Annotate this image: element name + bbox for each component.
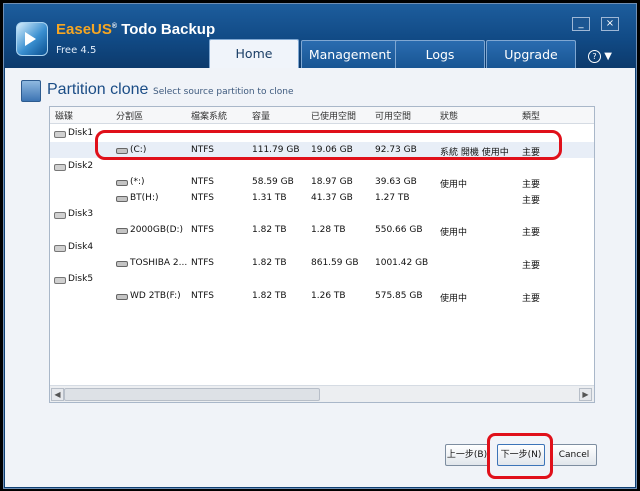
- used-cell: 41.37 GB: [311, 193, 353, 203]
- disk-icon: [54, 277, 66, 284]
- highlight-selected-partition: [95, 130, 562, 160]
- disk-name: Disk5: [68, 274, 94, 284]
- horizontal-scrollbar[interactable]: ◀ ▶: [50, 385, 594, 402]
- filesystem-cell: NTFS: [191, 193, 214, 203]
- col-used[interactable]: 已使用空間: [311, 109, 356, 122]
- disk-row[interactable]: Disk2: [50, 158, 594, 174]
- close-button[interactable]: ×: [601, 17, 619, 31]
- capacity-cell: 58.59 GB: [252, 177, 294, 187]
- partition-name: TOSHIBA 2...: [130, 258, 188, 268]
- disk-row[interactable]: Disk5: [50, 271, 594, 287]
- capacity-cell: 1.31 TB: [252, 193, 287, 203]
- minimize-button[interactable]: _: [572, 17, 590, 31]
- page-title: Partition clone: [47, 81, 149, 98]
- disk-icon: [54, 245, 66, 252]
- tab-home[interactable]: Home: [209, 39, 299, 69]
- scroll-left-icon[interactable]: ◀: [51, 388, 64, 401]
- partition-icon: [116, 180, 128, 186]
- type-cell: 主要: [522, 228, 541, 238]
- type-cell: 主要: [522, 294, 541, 304]
- status-cell: 使用中: [440, 180, 468, 190]
- partition-name: BT(H:): [130, 193, 159, 203]
- free-cell: 575.85 GB: [375, 291, 423, 301]
- col-partition[interactable]: 分割區: [116, 109, 143, 122]
- partition-row[interactable]: (*:) NTFS 58.59 GB 18.97 GB 39.63 GB 使用中 主要: [50, 174, 594, 190]
- used-cell: 1.28 TB: [311, 225, 346, 235]
- scroll-right-icon[interactable]: ▶: [579, 388, 592, 401]
- partition-icon: [116, 228, 128, 234]
- type-cell: 主要: [522, 180, 541, 190]
- partition-icon: [116, 294, 128, 300]
- col-disk[interactable]: 磁碟: [55, 109, 73, 122]
- brand-rest: Todo Backup: [121, 21, 216, 38]
- tab-logs[interactable]: Logs: [395, 40, 485, 68]
- free-cell: 550.66 GB: [375, 225, 423, 235]
- capacity-cell: 1.82 TB: [252, 258, 287, 268]
- title-bar: EaseUS® Todo Backup Free 4.5 _ × Home Ma…: [4, 4, 636, 69]
- col-capacity[interactable]: 容量: [252, 109, 270, 122]
- page-subtitle: Select source partition to clone: [153, 87, 294, 97]
- status-cell: 使用中: [440, 228, 468, 238]
- capacity-cell: 1.82 TB: [252, 225, 287, 235]
- filesystem-cell: NTFS: [191, 177, 214, 187]
- partition-name: 2000GB(D:): [130, 225, 184, 235]
- disk-name: Disk3: [68, 209, 94, 219]
- filesystem-cell: NTFS: [191, 291, 214, 301]
- status-cell: 使用中: [440, 294, 468, 304]
- brand-main: EaseUS: [56, 21, 112, 38]
- help-icon: ?: [588, 50, 601, 63]
- easeus-logo-icon: [16, 22, 48, 56]
- disk-icon: [54, 212, 66, 219]
- disk-row[interactable]: Disk4: [50, 239, 594, 255]
- scroll-thumb[interactable]: [64, 388, 320, 401]
- partition-row[interactable]: WD 2TB(F:) NTFS 1.82 TB 1.26 TB 575.85 GB 使用中…: [50, 288, 594, 304]
- app-brand: EaseUS® Todo Backup: [56, 21, 216, 38]
- help-menu[interactable]: ? ▼: [588, 50, 612, 63]
- free-cell: 39.63 GB: [375, 177, 417, 187]
- partition-icon: [116, 196, 128, 202]
- disk-name: Disk2: [68, 161, 94, 171]
- col-type[interactable]: 類型: [522, 109, 540, 122]
- partition-row[interactable]: TOSHIBA 2... NTFS 1.82 TB 861.59 GB 1001.42 …: [50, 255, 594, 271]
- filesystem-cell: NTFS: [191, 258, 214, 268]
- used-cell: 1.26 TB: [311, 291, 346, 301]
- partition-icon: [116, 261, 128, 267]
- free-cell: 1.27 TB: [375, 193, 410, 203]
- partition-name: WD 2TB(F:): [130, 291, 181, 301]
- tab-management[interactable]: Management: [301, 40, 399, 68]
- chevron-down-icon: ▼: [604, 51, 612, 62]
- free-cell: 1001.42 GB: [375, 258, 429, 268]
- disk-icon: [54, 131, 66, 138]
- used-cell: 18.97 GB: [311, 177, 353, 187]
- cancel-button[interactable]: Cancel: [551, 444, 597, 466]
- tab-upgrade[interactable]: Upgrade: [486, 40, 576, 68]
- partition-row[interactable]: BT(H:) NTFS 1.31 TB 41.37 GB 1.27 TB 主要: [50, 190, 594, 206]
- disk-icon: [54, 164, 66, 171]
- table-header: 磁碟 分割區 檔案系統 容量 已使用空間 可用空間 狀態 類型: [50, 107, 594, 124]
- disk-stack-icon: [21, 80, 41, 102]
- disk-name: Disk1: [68, 128, 94, 138]
- type-cell: 主要: [522, 261, 541, 271]
- type-cell: 主要: [522, 196, 541, 206]
- app-window: EaseUS® Todo Backup Free 4.5 _ × Home Ma…: [3, 3, 637, 489]
- partition-row[interactable]: 2000GB(D:) NTFS 1.82 TB 1.28 TB 550.66 GB 使用中…: [50, 222, 594, 238]
- used-cell: 861.59 GB: [311, 258, 359, 268]
- col-filesystem[interactable]: 檔案系統: [191, 109, 227, 122]
- disk-row[interactable]: Disk3: [50, 206, 594, 222]
- highlight-next-button: [487, 433, 553, 479]
- back-button[interactable]: 上一步(B): [445, 444, 489, 466]
- disk-name: Disk4: [68, 242, 94, 252]
- app-version: Free 4.5: [56, 45, 97, 56]
- col-free[interactable]: 可用空間: [375, 109, 411, 122]
- filesystem-cell: NTFS: [191, 225, 214, 235]
- capacity-cell: 1.82 TB: [252, 291, 287, 301]
- col-status[interactable]: 狀態: [440, 109, 458, 122]
- partition-name: (*:): [130, 177, 145, 187]
